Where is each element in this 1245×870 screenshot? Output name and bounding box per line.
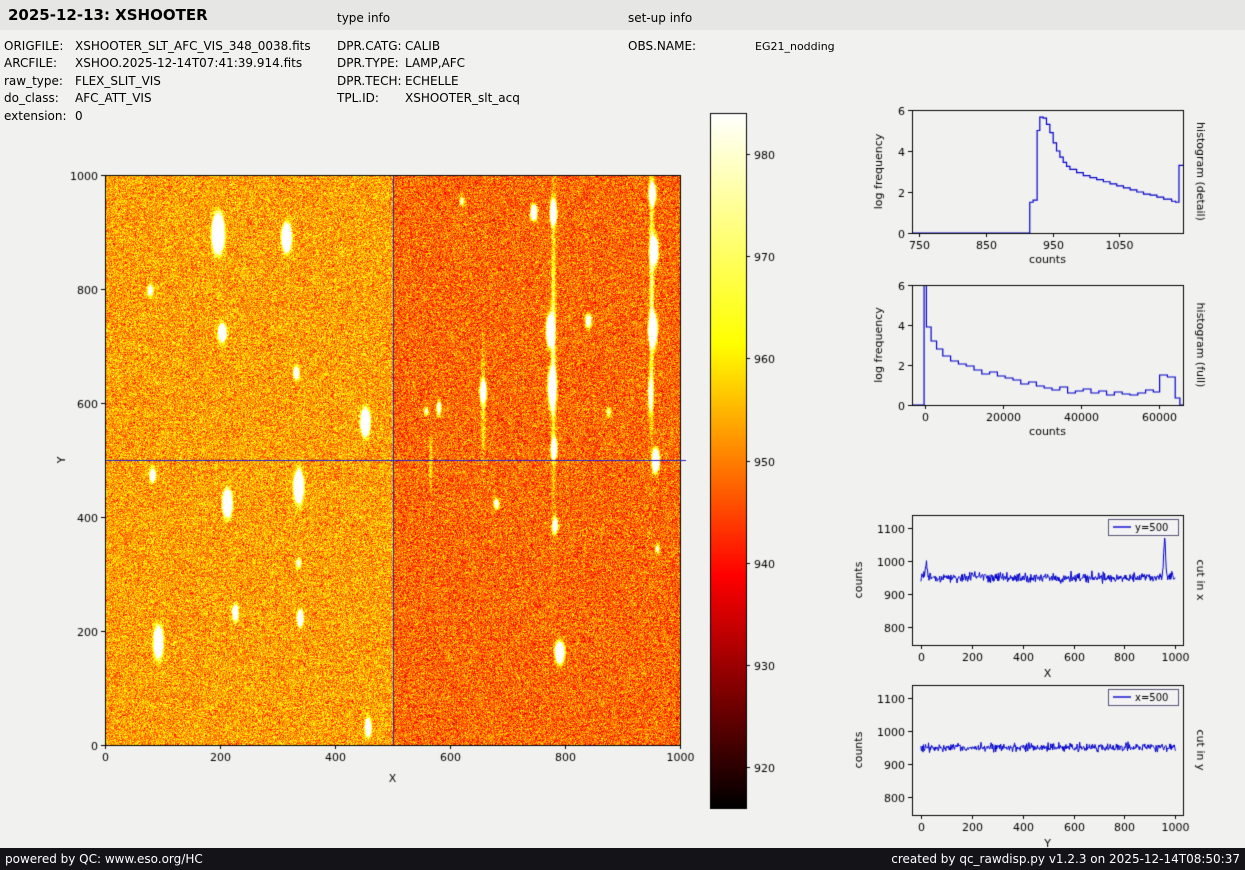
metadata-value: LAMP,AFC: [405, 56, 465, 70]
metadata-value: XSHOOTER_slt_acq: [405, 91, 520, 105]
metadata-label: OBS.NAME:: [628, 39, 755, 53]
cut-in-y-plot: [840, 675, 1245, 855]
metadata-label: do_class:: [4, 91, 75, 105]
footer-bar: powered by QC: www.eso.org/HC created by…: [0, 848, 1245, 870]
metadata-row: DPR.TECH:ECHELLE: [337, 74, 520, 91]
metadata-label: TPL.ID:: [337, 91, 405, 105]
setup-info-label: set-up info: [628, 11, 692, 25]
metadata-row: raw_type:FLEX_SLIT_VIS: [4, 74, 311, 91]
type-info-label: type info: [337, 11, 390, 25]
metadata-value: ECHELLE: [405, 74, 459, 88]
metadata-value: CALIB: [405, 39, 440, 53]
metadata-row: OBS.NAME:EG21_nodding: [628, 39, 835, 56]
metadata-row: extension:0: [4, 109, 311, 126]
histogram-full-canvas: [850, 270, 1245, 460]
metadata-row: TPL.ID:XSHOOTER_slt_acq: [337, 91, 520, 108]
cut-in-y-canvas: [840, 675, 1245, 855]
metadata-label: extension:: [4, 109, 75, 123]
metadata-row: DPR.CATG:CALIB: [337, 39, 520, 56]
metadata-label: DPR.CATG:: [337, 39, 405, 53]
metadata-label: raw_type:: [4, 74, 75, 88]
histogram-detail-plot: [850, 95, 1245, 285]
histogram-full-plot: [850, 270, 1245, 460]
metadata-column-setup-info: OBS.NAME:EG21_nodding: [628, 39, 835, 56]
page-title: 2025-12-13: XSHOOTER: [8, 6, 208, 24]
metadata-label: ARCFILE:: [4, 56, 75, 70]
metadata-value: EG21_nodding: [755, 40, 835, 53]
cut-in-x-canvas: [840, 505, 1245, 700]
footer-right-text: created by qc_rawdisp.py v1.2.3 on 2025-…: [891, 852, 1240, 866]
raw-frame-canvas: [40, 155, 705, 805]
metadata-label: ORIGFILE:: [4, 39, 75, 53]
metadata-value: XSHOO.2025-12-14T07:41:39.914.fits: [75, 56, 302, 70]
metadata-value: XSHOOTER_SLT_AFC_VIS_348_0038.fits: [75, 39, 311, 53]
histogram-detail-canvas: [850, 95, 1245, 285]
colorbar: [705, 105, 795, 820]
metadata-row: ORIGFILE:XSHOOTER_SLT_AFC_VIS_348_0038.f…: [4, 39, 311, 56]
metadata-row: do_class:AFC_ATT_VIS: [4, 91, 311, 108]
cut-in-x-plot: [840, 505, 1245, 700]
raw-frame-plot: [40, 155, 705, 805]
metadata-value: 0: [75, 109, 83, 123]
metadata-value: FLEX_SLIT_VIS: [75, 74, 161, 88]
metadata-column-type-info: DPR.CATG:CALIB DPR.TYPE:LAMP,AFC DPR.TEC…: [337, 39, 520, 109]
metadata-column-file: ORIGFILE:XSHOOTER_SLT_AFC_VIS_348_0038.f…: [4, 39, 311, 126]
colorbar-canvas: [705, 105, 795, 820]
metadata-row: ARCFILE:XSHOO.2025-12-14T07:41:39.914.fi…: [4, 56, 311, 73]
metadata-value: AFC_ATT_VIS: [75, 91, 152, 105]
qc-report-page: 2025-12-13: XSHOOTER type info set-up in…: [0, 0, 1245, 870]
metadata-label: DPR.TYPE:: [337, 56, 405, 70]
metadata-label: DPR.TECH:: [337, 74, 405, 88]
footer-left-text: powered by QC: www.eso.org/HC: [5, 852, 203, 866]
header-bar: 2025-12-13: XSHOOTER type info set-up in…: [0, 0, 1245, 30]
metadata-row: DPR.TYPE:LAMP,AFC: [337, 56, 520, 73]
